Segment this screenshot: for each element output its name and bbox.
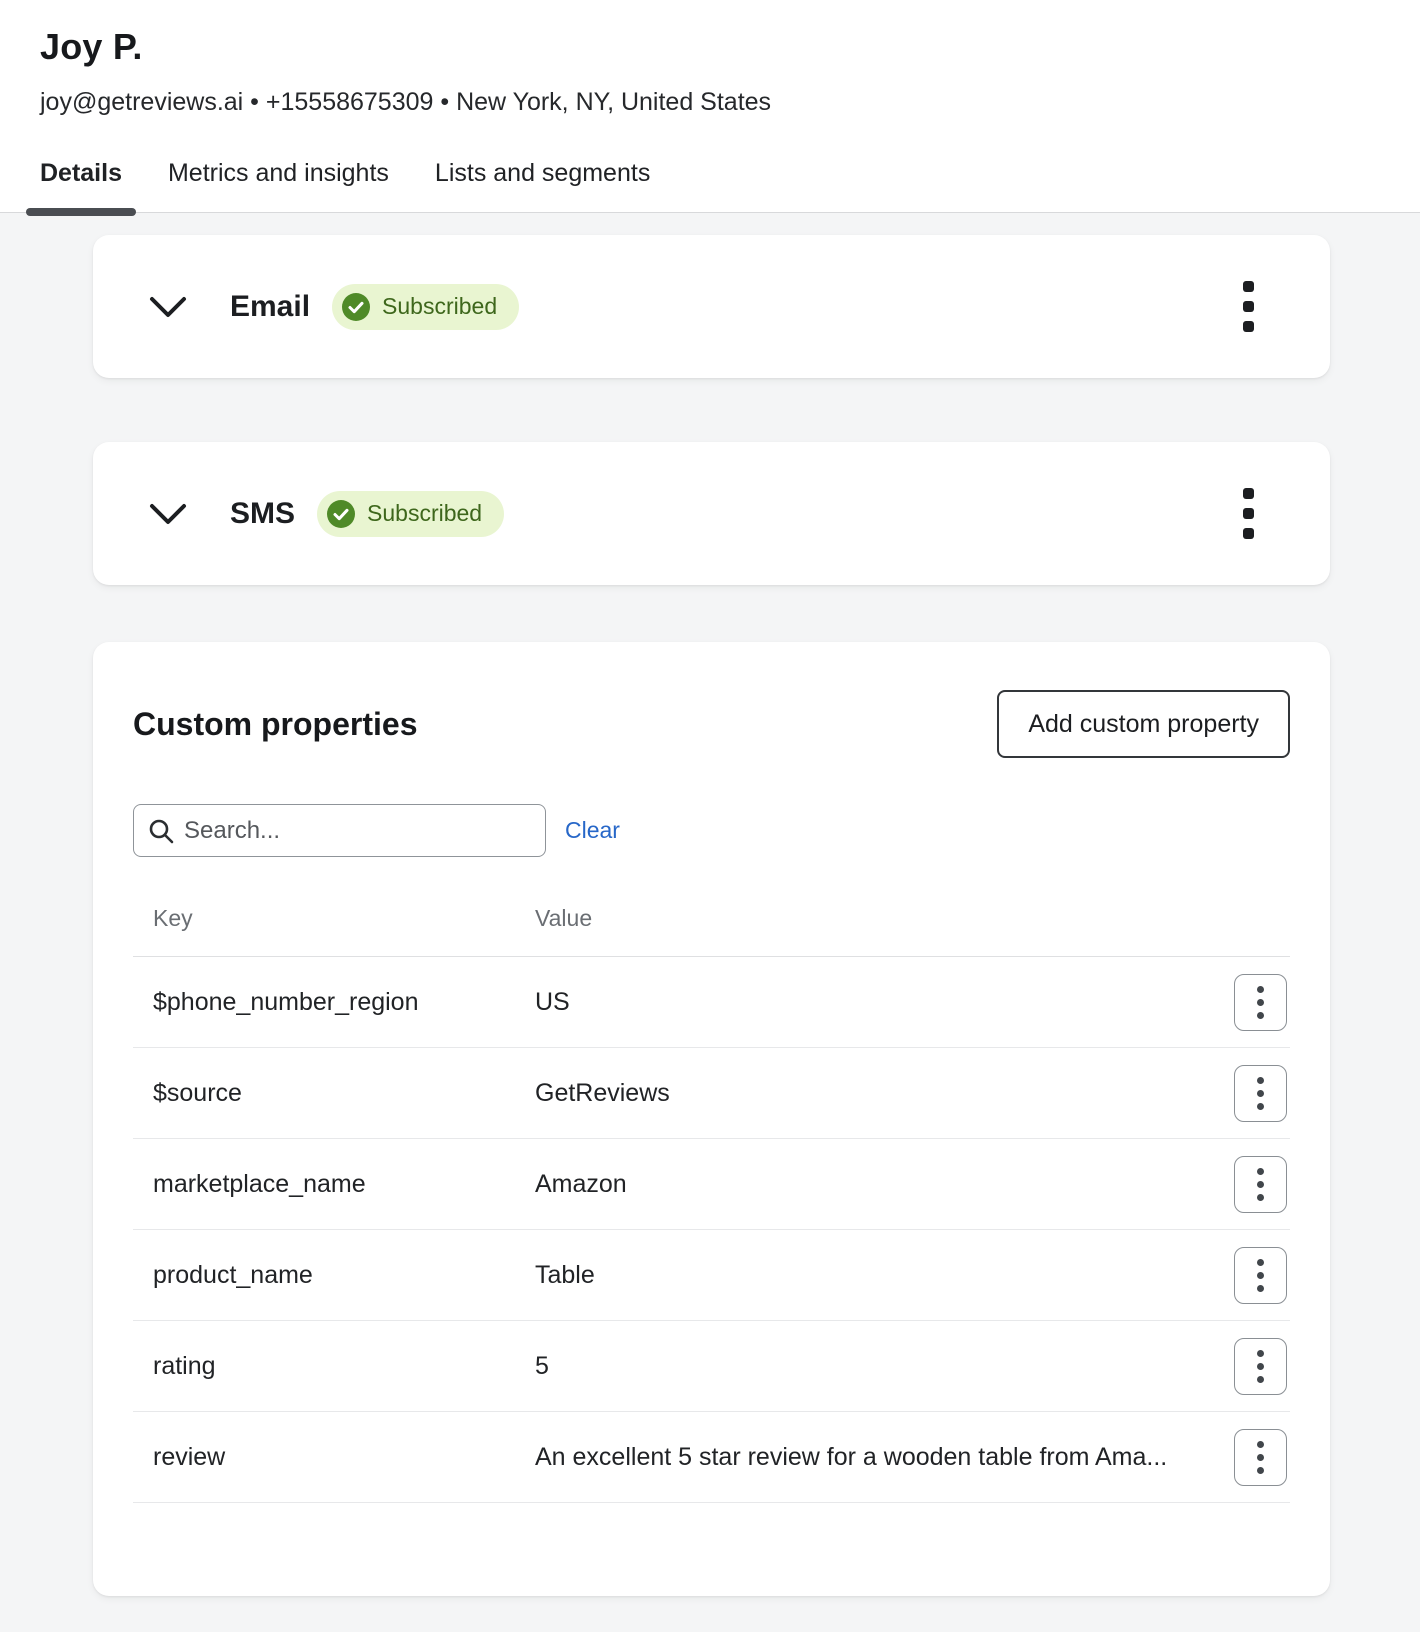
row-options-button[interactable] bbox=[1234, 1064, 1287, 1122]
kebab-dot bbox=[1243, 508, 1254, 519]
row-options-button[interactable] bbox=[1234, 973, 1287, 1031]
kebab-dot bbox=[1257, 985, 1264, 993]
channel-title-email: Email bbox=[230, 289, 311, 323]
tab-lists-and-segments[interactable]: Lists and segments bbox=[435, 159, 650, 212]
search-icon bbox=[149, 819, 174, 844]
kebab-dot bbox=[1257, 1076, 1264, 1084]
property-key: $phone_number_region bbox=[153, 987, 419, 1016]
check-circle-icon bbox=[342, 292, 371, 321]
property-value: An excellent 5 star review for a wooden … bbox=[535, 1442, 1168, 1471]
kebab-dot bbox=[1257, 1453, 1264, 1461]
check-circle-icon bbox=[327, 499, 356, 528]
property-value: GetReviews bbox=[535, 1078, 670, 1107]
email-options-button[interactable] bbox=[1233, 275, 1264, 338]
kebab-dot bbox=[1257, 1102, 1264, 1110]
properties-table-body: $phone_number_region US $source GetRevie… bbox=[133, 957, 1290, 1503]
sms-channel-card: SMS Subscribed bbox=[93, 442, 1330, 585]
custom-properties-title: Custom properties bbox=[133, 705, 418, 742]
column-header-key: Key bbox=[153, 905, 193, 931]
kebab-dot bbox=[1257, 1349, 1264, 1357]
table-row: $phone_number_region US bbox=[133, 957, 1290, 1048]
table-row: rating 5 bbox=[133, 1321, 1290, 1412]
page-title: Joy P. bbox=[40, 26, 143, 67]
kebab-dot bbox=[1243, 321, 1254, 332]
add-custom-property-button[interactable]: Add custom property bbox=[997, 690, 1290, 758]
sms-expand-button[interactable] bbox=[148, 494, 188, 534]
email-expand-button[interactable] bbox=[148, 287, 188, 327]
kebab-dot bbox=[1257, 1193, 1264, 1201]
kebab-dot bbox=[1257, 1011, 1264, 1019]
row-options-button[interactable] bbox=[1234, 1337, 1287, 1395]
kebab-dot bbox=[1257, 998, 1264, 1006]
kebab-dot bbox=[1257, 1258, 1264, 1266]
properties-table: Key Value $phone_number_region US $sourc… bbox=[133, 905, 1290, 1503]
kebab-dot bbox=[1243, 301, 1254, 312]
property-key: review bbox=[153, 1442, 226, 1471]
kebab-dot bbox=[1257, 1180, 1264, 1188]
sms-options-button[interactable] bbox=[1233, 482, 1264, 545]
kebab-dot bbox=[1257, 1375, 1264, 1383]
row-options-button[interactable] bbox=[1234, 1246, 1287, 1304]
row-options-button[interactable] bbox=[1234, 1428, 1287, 1486]
kebab-dot bbox=[1257, 1466, 1264, 1474]
kebab-dot bbox=[1257, 1284, 1264, 1292]
property-value: US bbox=[535, 987, 570, 1016]
search-input[interactable] bbox=[133, 804, 546, 857]
row-options-button[interactable] bbox=[1234, 1155, 1287, 1213]
clear-search-link[interactable]: Clear bbox=[565, 817, 620, 844]
chevron-down-icon bbox=[150, 296, 186, 317]
email-status-label: Subscribed bbox=[382, 293, 498, 319]
profile-content: Email Subscribed SMS Subscribed Custom p… bbox=[0, 213, 1420, 1596]
property-value: Table bbox=[535, 1260, 595, 1289]
property-key: product_name bbox=[153, 1260, 313, 1289]
property-key: $source bbox=[153, 1078, 242, 1107]
table-row: review An excellent 5 star review for a … bbox=[133, 1412, 1290, 1503]
properties-table-header: Key Value bbox=[133, 905, 1290, 957]
property-key: rating bbox=[153, 1351, 216, 1380]
profile-tabs: Details Metrics and insights Lists and s… bbox=[26, 159, 1380, 216]
kebab-dot bbox=[1243, 488, 1254, 499]
kebab-dot bbox=[1257, 1362, 1264, 1370]
kebab-dot bbox=[1243, 281, 1254, 292]
kebab-dot bbox=[1257, 1271, 1264, 1279]
table-row: $source GetReviews bbox=[133, 1048, 1290, 1139]
email-channel-card: Email Subscribed bbox=[93, 235, 1330, 378]
channel-title-sms: SMS bbox=[230, 496, 296, 530]
profile-contact-line: joy@getreviews.ai • +15558675309 • New Y… bbox=[40, 88, 772, 116]
profile-header: Joy P. joy@getreviews.ai • +15558675309 … bbox=[0, 0, 1420, 216]
property-key: marketplace_name bbox=[153, 1169, 366, 1198]
property-value: Amazon bbox=[535, 1169, 627, 1198]
column-header-value: Value bbox=[535, 905, 593, 931]
table-row: marketplace_name Amazon bbox=[133, 1139, 1290, 1230]
kebab-dot bbox=[1243, 528, 1254, 539]
kebab-dot bbox=[1257, 1167, 1264, 1175]
chevron-down-icon bbox=[150, 503, 186, 524]
sms-status-label: Subscribed bbox=[367, 500, 483, 526]
tab-metrics-and-insights[interactable]: Metrics and insights bbox=[168, 159, 389, 212]
sms-subscribed-badge: Subscribed bbox=[317, 490, 505, 537]
kebab-dot bbox=[1257, 1440, 1264, 1448]
property-value: 5 bbox=[535, 1351, 549, 1380]
custom-properties-card: Custom properties Add custom property Cl… bbox=[93, 642, 1330, 1596]
tab-details[interactable]: Details bbox=[26, 159, 136, 216]
email-subscribed-badge: Subscribed bbox=[332, 283, 520, 330]
kebab-dot bbox=[1257, 1089, 1264, 1097]
table-row: product_name Table bbox=[133, 1230, 1290, 1321]
